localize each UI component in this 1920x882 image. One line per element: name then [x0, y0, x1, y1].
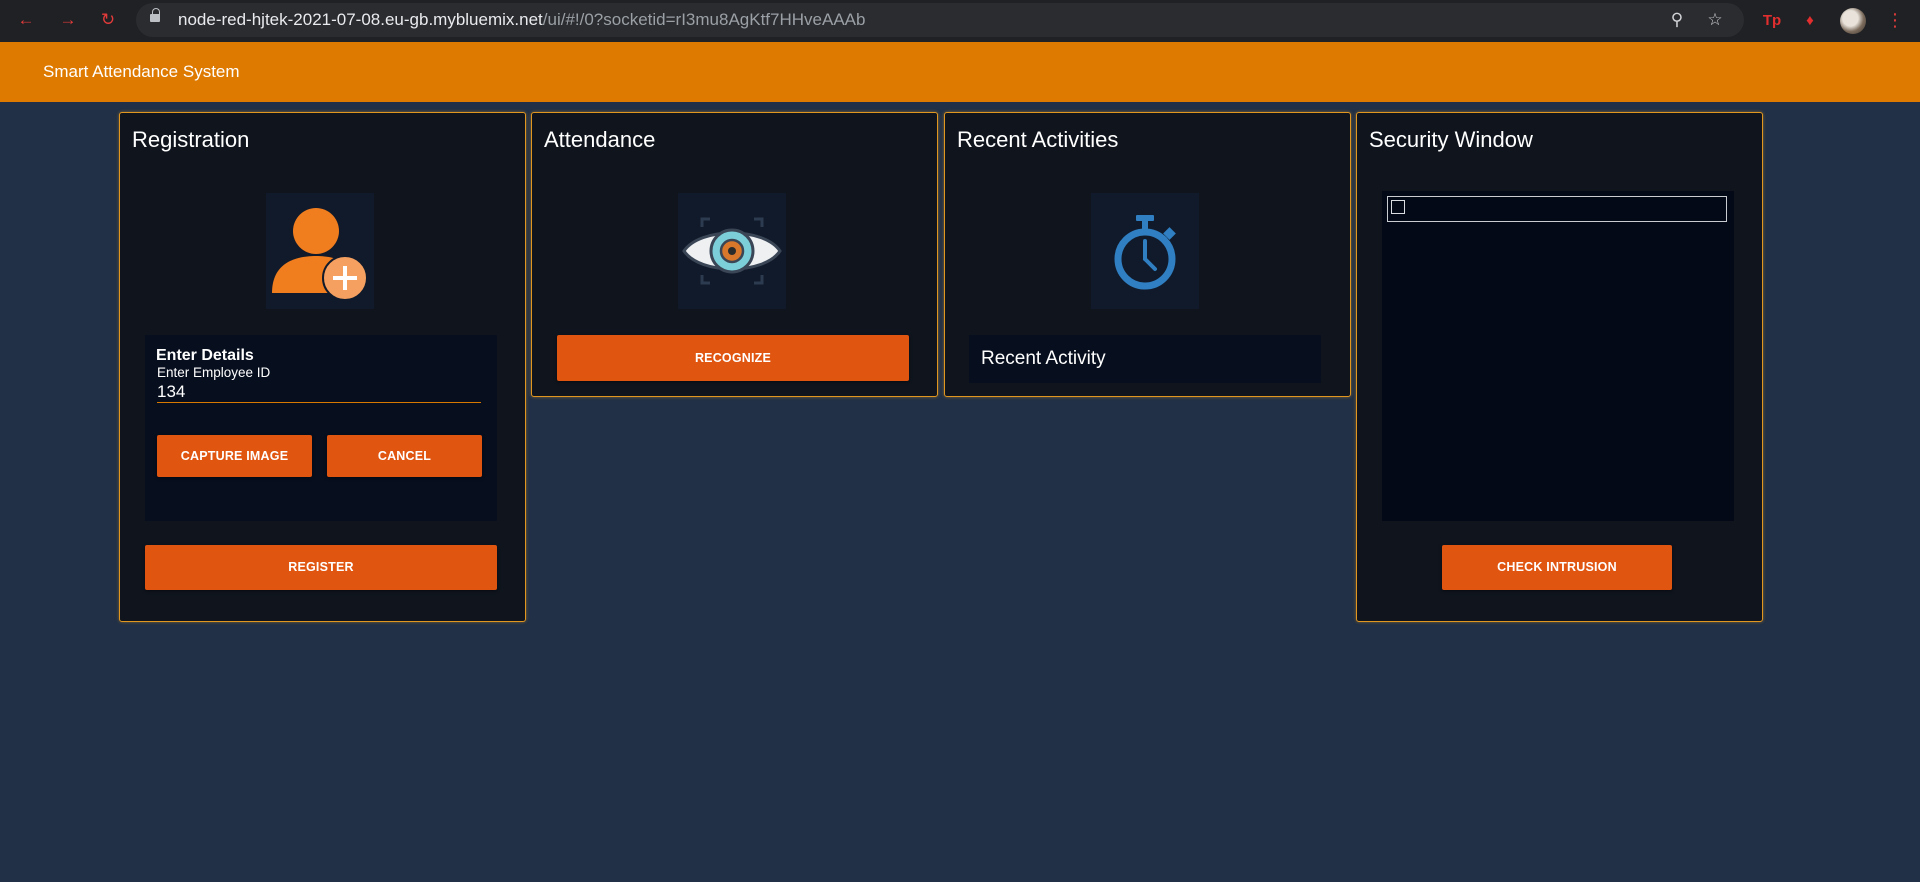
menu-dots-icon[interactable]: ⋮: [1886, 8, 1904, 32]
security-window-title: Security Window: [1369, 127, 1533, 152]
register-button[interactable]: REGISTER: [145, 545, 497, 590]
recent-activities-title: Recent Activities: [957, 127, 1119, 152]
bookmark-star-icon[interactable]: ☆: [1704, 9, 1726, 31]
details-title: Enter Details: [156, 347, 254, 364]
profile-avatar[interactable]: [1840, 8, 1866, 34]
zoom-icon[interactable]: ⚲: [1666, 9, 1688, 31]
url-host: node-red-hjtek-2021-07-08.eu-gb.mybluemi…: [178, 10, 543, 29]
app-title: Smart Attendance System: [43, 62, 240, 81]
registration-card: Registration Enter Details Enter Employe…: [119, 112, 526, 622]
registration-title: Registration: [132, 127, 250, 152]
check-intrusion-button[interactable]: CHECK INTRUSION: [1442, 545, 1672, 590]
capture-image-button[interactable]: CAPTURE IMAGE: [157, 435, 312, 477]
attendance-title: Attendance: [544, 127, 656, 152]
app-header: Smart Attendance System: [0, 42, 1920, 102]
employee-id-input[interactable]: [157, 381, 481, 403]
url-path: /ui/#!/0?socketid=rI3mu8AgKtf7HHveAAAb: [542, 10, 866, 29]
recent-activity-text: Recent Activity: [981, 348, 1106, 369]
browser-toolbar: ← → ↻ node-red-hjtek-2021-07-08.eu-gb.my…: [0, 0, 1920, 42]
enter-details-panel: Enter Details Enter Employee ID CAPTURE …: [145, 335, 497, 521]
recognize-button[interactable]: RECOGNIZE: [557, 335, 909, 381]
lock-icon: [150, 8, 160, 22]
address-bar[interactable]: node-red-hjtek-2021-07-08.eu-gb.mybluemi…: [136, 3, 1744, 37]
reload-icon[interactable]: ↻: [96, 8, 120, 32]
security-video-frame: [1382, 191, 1734, 521]
forward-arrow-icon[interactable]: →: [56, 8, 80, 32]
recent-activity-panel: Recent Activity: [969, 335, 1321, 383]
url-text[interactable]: node-red-hjtek-2021-07-08.eu-gb.mybluemi…: [178, 3, 865, 37]
add-user-icon: [266, 193, 374, 309]
cancel-button[interactable]: CANCEL: [327, 435, 482, 477]
security-toolbar: [1387, 196, 1727, 222]
back-arrow-icon[interactable]: ←: [14, 8, 38, 32]
extension-tp-icon[interactable]: Tp: [1760, 9, 1784, 33]
stopwatch-icon: [1091, 193, 1199, 309]
extensions-puzzle-icon[interactable]: ♦: [1798, 9, 1822, 33]
security-window-card: Security Window CHECK INTRUSION: [1356, 112, 1763, 622]
security-checkbox[interactable]: [1391, 200, 1405, 214]
recent-activities-card: Recent Activities Recent Activity: [944, 112, 1351, 397]
attendance-card: Attendance RECOGNIZE: [531, 112, 938, 397]
employee-id-label: Enter Employee ID: [157, 365, 271, 380]
eye-scan-icon: [678, 193, 786, 309]
